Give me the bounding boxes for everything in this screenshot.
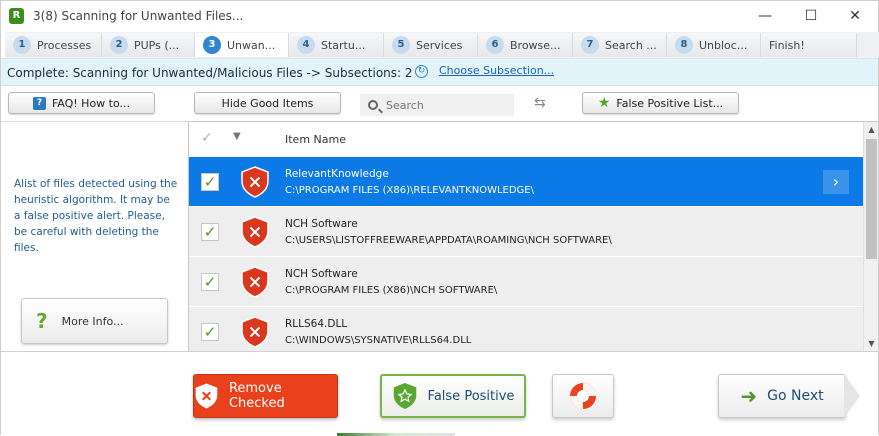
step-label: Services — [416, 38, 463, 52]
false-positive-label: False Positive — [427, 388, 515, 404]
go-next-button[interactable]: ➜ Go Next — [718, 374, 846, 418]
step-label: Finish! — [769, 38, 805, 52]
action-bar: Remove Checked False Positive ➜ Go Next — [1, 351, 878, 436]
step-tab-finish[interactable]: Finish! — [761, 33, 857, 57]
step-label: Startu... — [321, 38, 366, 52]
status-text: Complete: Scanning for Unwanted/Maliciou… — [7, 66, 413, 80]
row-title: RLLS64.DLL — [285, 318, 348, 330]
step-number: 2 — [110, 36, 128, 54]
refresh-icon[interactable]: ⇆ — [534, 95, 546, 111]
step-tab-5[interactable]: 5 Services — [384, 33, 478, 57]
results-list: ✓ ▼ Item Name ✓ RelevantKnowledge C:\PRO… — [188, 121, 878, 351]
step-number: 4 — [297, 36, 315, 54]
step-tab-7[interactable]: 7 Search ... — [573, 33, 667, 57]
scroll-up-icon[interactable]: ▲ — [864, 122, 878, 137]
step-number: 5 — [392, 36, 410, 54]
toolbar: ? FAQ! How to... Hide Good Items ⇆ ★ Fal… — [1, 87, 878, 121]
choose-subsection-link[interactable]: Choose Subsection... — [439, 64, 554, 77]
list-row[interactable]: ✓ RLLS64.DLL C:\WINDOWS\SYSNATIVE\RLLS64… — [189, 306, 863, 351]
row-checkbox[interactable]: ✓ — [201, 173, 219, 191]
step-label: Unbloc... — [699, 38, 748, 52]
app-window: R 3(8) Scanning for Unwanted Files... — … — [0, 0, 879, 436]
step-tab-8[interactable]: 8 Unbloc... — [667, 33, 761, 57]
step-label: PUPs (... — [134, 38, 180, 52]
more-info-label: More Info... — [61, 314, 124, 328]
sort-arrow-icon[interactable]: ▼ — [233, 131, 241, 142]
threat-shield-icon — [241, 316, 269, 348]
false-positive-list-button[interactable]: ★ False Positive List... — [582, 92, 739, 114]
step-label: Search ... — [605, 38, 657, 52]
shield-star-icon — [393, 383, 416, 409]
faq-button[interactable]: ? FAQ! How to... — [8, 92, 155, 114]
shield-x-icon — [195, 383, 218, 409]
row-path: C:\USERS\LISTOFFREEWARE\APPDATA\ROAMING\… — [285, 235, 612, 246]
faq-button-label: FAQ! How to... — [51, 96, 131, 110]
arrow-right-icon: ➜ — [740, 384, 758, 408]
step-tab-4[interactable]: 4 Startu... — [289, 33, 384, 57]
step-number: 3 — [203, 36, 221, 54]
step-tab-3[interactable]: 3 Unwan... — [195, 33, 289, 57]
help-book-icon: ? — [32, 96, 46, 110]
window-title: 3(8) Scanning for Unwanted Files... — [33, 9, 244, 23]
select-all-check-icon[interactable]: ✓ — [201, 130, 213, 146]
hide-good-items-button[interactable]: Hide Good Items — [194, 92, 341, 114]
question-mark-icon: ? — [36, 309, 48, 333]
row-path: C:\PROGRAM FILES (X86)\NCH SOFTWARE\ — [285, 285, 498, 296]
list-scrollbar[interactable]: ▲ ▼ — [863, 122, 878, 351]
scrollbar-thumb[interactable] — [866, 139, 877, 259]
info-description: Alist of files detected using the heuris… — [14, 178, 178, 254]
list-row[interactable]: ✓ NCH Software C:\USERS\LISTOFFREEWARE\A… — [189, 206, 863, 256]
go-next-arrow-tip[interactable] — [844, 374, 860, 418]
hide-good-items-label: Hide Good Items — [221, 96, 314, 110]
app-logo-icon: R — [9, 8, 24, 24]
step-label: Processes — [37, 38, 92, 52]
lifebuoy-icon — [570, 383, 596, 409]
list-header: ✓ ▼ Item Name — [189, 122, 863, 156]
wizard-steps: 1 Processes 2 PUPs (... 3 Unwan... 4 Sta… — [5, 32, 879, 58]
more-info-button[interactable]: ? More Info... — [21, 298, 168, 344]
threat-shield-icon — [241, 166, 269, 198]
info-panel: Alist of files detected using the heuris… — [1, 121, 188, 351]
row-path: C:\WINDOWS\SYSNATIVE\RLLS64.DLL — [285, 335, 472, 346]
scroll-down-icon[interactable]: ▼ — [864, 336, 878, 351]
step-tab-6[interactable]: 6 Browse... — [478, 33, 573, 57]
title-bar[interactable]: R 3(8) Scanning for Unwanted Files... — … — [1, 1, 878, 32]
threat-shield-icon — [241, 216, 269, 248]
row-checkbox[interactable]: ✓ — [201, 273, 219, 291]
status-bar: Complete: Scanning for Unwanted/Maliciou… — [1, 58, 878, 86]
row-path: C:\PROGRAM FILES (X86)\RELEVANTKNOWLEDGE… — [285, 185, 534, 196]
list-row[interactable]: ✓ NCH Software C:\PROGRAM FILES (X86)\NC… — [189, 256, 863, 306]
column-header-item-name[interactable]: Item Name — [285, 133, 346, 146]
minimize-button[interactable]: — — [742, 1, 788, 32]
step-label: Unwan... — [227, 38, 276, 52]
threat-shield-icon — [241, 266, 269, 298]
row-checkbox[interactable]: ✓ — [201, 223, 219, 241]
remove-checked-label: Remove Checked — [228, 381, 285, 411]
go-next-label: Go Next — [767, 388, 824, 404]
remove-checked-button[interactable]: Remove Checked — [193, 374, 338, 418]
false-positive-list-label: False Positive List... — [616, 96, 724, 110]
step-tab-2[interactable]: 2 PUPs (... — [102, 33, 195, 57]
row-title: RelevantKnowledge — [285, 168, 389, 180]
row-title: NCH Software — [285, 268, 358, 280]
subsection-icon[interactable]: ↻ — [415, 65, 428, 78]
close-button[interactable]: ✕ — [832, 1, 878, 32]
false-positive-button[interactable]: False Positive — [380, 374, 526, 418]
list-row[interactable]: ✓ RelevantKnowledge C:\PROGRAM FILES (X8… — [189, 156, 863, 206]
step-label: Browse... — [510, 38, 561, 52]
step-number: 8 — [675, 36, 693, 54]
search-icon — [368, 100, 378, 110]
step-tab-1[interactable]: 1 Processes — [5, 33, 102, 57]
row-title: NCH Software — [285, 218, 358, 230]
search-input[interactable] — [386, 98, 496, 112]
maximize-button[interactable]: ☐ — [788, 1, 834, 32]
step-number: 6 — [486, 36, 504, 54]
search-box[interactable] — [360, 94, 514, 116]
step-number: 1 — [13, 36, 31, 54]
star-icon: ★ — [597, 95, 611, 111]
step-number: 7 — [581, 36, 599, 54]
row-checkbox[interactable]: ✓ — [201, 323, 219, 341]
help-button[interactable] — [552, 374, 614, 418]
chevron-right-icon[interactable]: › — [823, 170, 849, 194]
